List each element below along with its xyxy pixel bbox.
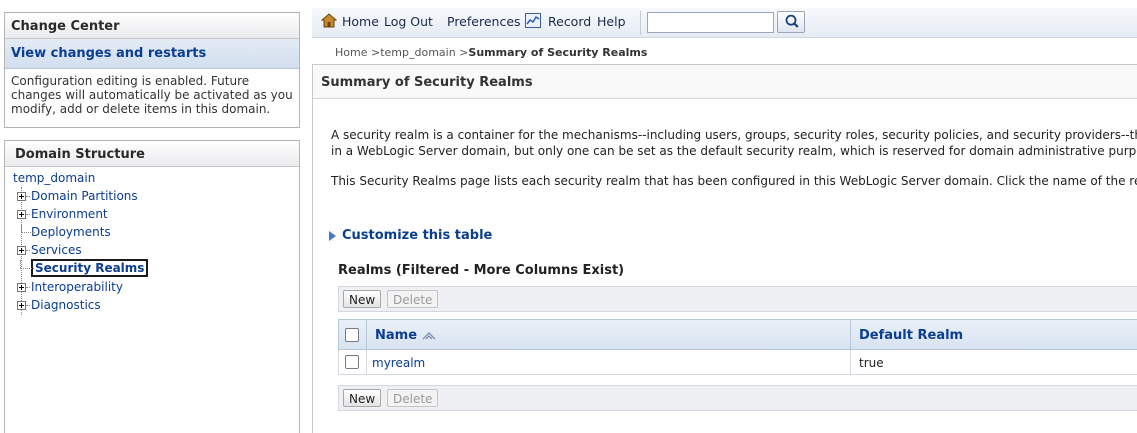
select-all-checkbox[interactable] (345, 328, 359, 342)
table-header: Name Default Realm (338, 319, 1137, 350)
row-checkbox[interactable] (345, 355, 359, 369)
tree-item-label: Environment (31, 207, 108, 221)
page-title: Summary of Security Realms (313, 65, 1137, 99)
search-input[interactable] (647, 12, 774, 33)
tree-item-label-selected: Security Realms (31, 259, 149, 277)
table-title: Realms (Filtered - More Columns Exist) (338, 263, 625, 278)
preferences-link[interactable]: Preferences (447, 14, 521, 29)
delete-button-bottom: Delete (387, 389, 439, 407)
tree-connector (26, 249, 30, 251)
tree-item-label: Services (31, 243, 82, 257)
delete-button: Delete (387, 290, 439, 308)
column-separator (366, 320, 367, 349)
table-controls-top: New Delete (338, 286, 1137, 312)
tree-item-interoperability[interactable]: Interoperability (17, 279, 123, 295)
realm-name-link[interactable]: myrealm (372, 356, 425, 370)
tree-root-temp-domain[interactable]: temp_domain (13, 171, 95, 185)
tree-item-label: Deployments (31, 225, 111, 239)
column-separator (850, 320, 851, 349)
table-controls-bottom: New Delete (338, 385, 1137, 411)
description-para2: This Security Realms page lists each sec… (331, 174, 1137, 188)
tree-item-security-realms[interactable]: Security Realms (16, 259, 149, 277)
view-changes-link[interactable]: View changes and restarts (5, 39, 299, 69)
tree-connector (17, 224, 35, 240)
column-separator (850, 350, 851, 374)
default-realm-value: true (859, 356, 884, 370)
change-center-panel: Change Center View changes and restarts … (4, 12, 300, 128)
change-center-message-line2: changes will automatically be activated … (11, 88, 293, 102)
tree-connector (26, 213, 30, 215)
expand-icon[interactable] (17, 209, 26, 219)
change-center-title: Change Center (5, 13, 299, 39)
record-icon-glyph (526, 15, 540, 25)
breadcrumb-current: Summary of Security Realms (468, 46, 648, 59)
record-icon[interactable] (525, 13, 541, 28)
customize-table-link[interactable]: Customize this table (329, 228, 492, 243)
change-center-message: Configuration editing is enabled. Future… (5, 69, 299, 116)
new-button-bottom[interactable]: New (343, 389, 382, 407)
tree-item-label: Diagnostics (31, 298, 101, 312)
tree-item-label: Domain Partitions (31, 189, 138, 203)
search-button[interactable] (777, 11, 805, 33)
expand-icon[interactable] (17, 191, 26, 201)
tree-item-deployments[interactable]: Deployments (17, 224, 111, 240)
breadcrumb-home[interactable]: Home > (335, 46, 380, 59)
top-toolbar: Home Log Out Preferences Record Help (312, 8, 1137, 38)
description-line2: in a WebLogic Server domain, but only on… (331, 144, 1137, 158)
tree-connector (16, 260, 34, 276)
description-line1: A security realm is a container for the … (331, 128, 1137, 142)
expand-icon[interactable] (17, 282, 26, 292)
table-row: myrealm true (338, 350, 1137, 375)
domain-structure-title: Domain Structure (5, 141, 299, 167)
home-link[interactable]: Home (342, 14, 379, 29)
logout-link[interactable]: Log Out (384, 14, 433, 29)
main-content: Summary of Security Realms A security re… (312, 64, 1137, 433)
tree-item-domain-partitions[interactable]: Domain Partitions (17, 188, 138, 204)
column-header-name-label: Name (375, 328, 418, 343)
column-header-name[interactable]: Name (375, 328, 436, 343)
tree-item-label: Interoperability (31, 280, 123, 294)
breadcrumb: Home >temp_domain >Summary of Security R… (335, 46, 647, 59)
change-center-message-line3: modify, add or delete items in this doma… (11, 102, 271, 116)
tree-connector (26, 286, 30, 288)
sort-ascending-icon (422, 331, 436, 339)
expand-icon[interactable] (17, 245, 26, 255)
domain-structure-panel: Domain Structure temp_domain Domain Part… (4, 140, 300, 433)
expand-triangle-icon (329, 230, 336, 241)
new-button[interactable]: New (343, 290, 382, 308)
change-center-message-line1: Configuration editing is enabled. Future (11, 74, 250, 88)
record-link[interactable]: Record (548, 14, 591, 29)
tree-connector (26, 304, 30, 306)
home-icon[interactable] (321, 13, 337, 28)
tree-item-diagnostics[interactable]: Diagnostics (17, 297, 101, 313)
column-separator (366, 350, 367, 374)
tree-item-services[interactable]: Services (17, 242, 82, 258)
breadcrumb-domain[interactable]: temp_domain > (380, 46, 468, 59)
toolbar-divider (640, 11, 641, 35)
tree-connector (26, 195, 30, 197)
help-link[interactable]: Help (597, 14, 626, 29)
customize-table-label: Customize this table (342, 228, 493, 243)
expand-icon[interactable] (17, 300, 26, 310)
tree-item-environment[interactable]: Environment (17, 206, 108, 222)
column-header-default-realm[interactable]: Default Realm (859, 328, 963, 343)
search-icon (785, 14, 799, 28)
